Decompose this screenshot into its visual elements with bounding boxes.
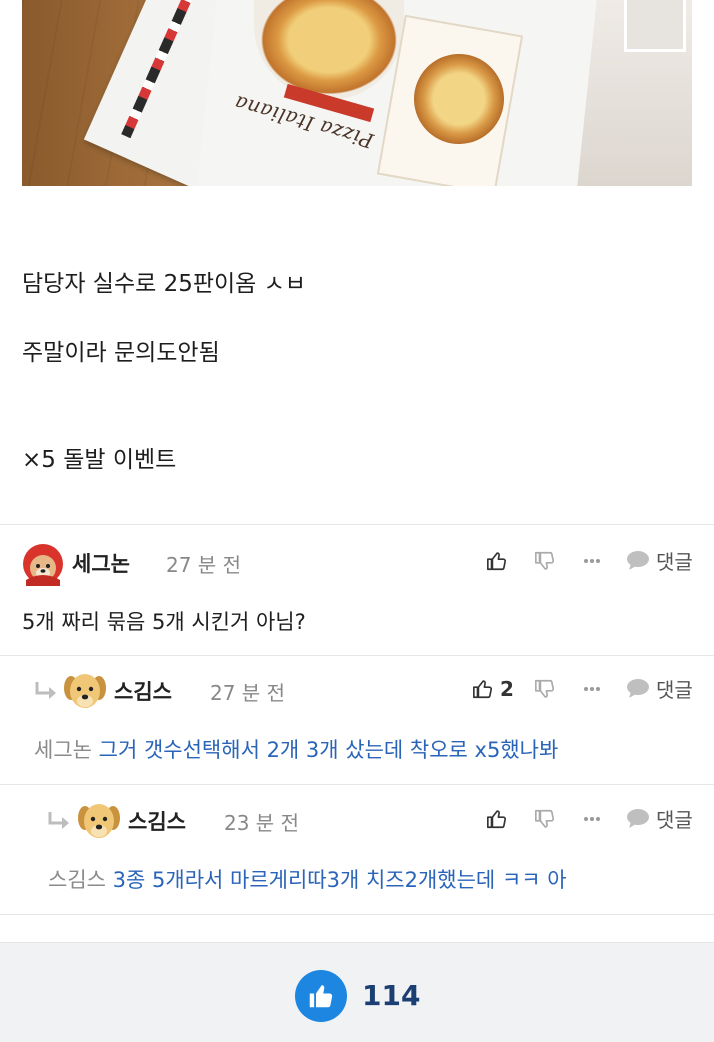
thumbs-up-icon [487, 552, 506, 571]
reply-label: 댓글 [656, 807, 693, 832]
thumbs-down-icon [535, 679, 554, 698]
reply-item: 스김스 23 분 전 댓글 스김스 3종 5개라서 마르게리따3개 치즈2개했는… [0, 798, 714, 914]
comment-more-button[interactable] [582, 674, 602, 704]
mention-tag[interactable]: 세그논 [34, 738, 92, 762]
post-text-line: 담당자 실수로 25판이옴 ㅅㅂ [22, 271, 306, 297]
photo-window-frame [624, 0, 686, 52]
comment-divider [0, 784, 714, 785]
reply-text: 3종 5개라서 마르게리따3개 치즈2개했는데 ㅋㅋ 아 [112, 868, 567, 892]
comment-divider [0, 914, 714, 915]
thumbs-up-icon [309, 985, 333, 1008]
comment-text: 세그논 그거 갯수선택해서 2개 3개 샀는데 착오로 x5했나봐 [34, 734, 558, 764]
thumbs-down-icon [535, 551, 554, 570]
more-icon [584, 687, 600, 691]
reply-arrow-icon [35, 682, 56, 699]
thumbs-up-icon [473, 680, 492, 699]
comment-bubble-icon [627, 809, 649, 828]
puppy-avatar[interactable] [62, 668, 108, 714]
comment-dislike-button[interactable] [534, 804, 556, 834]
reply-text: 그거 갯수선택해서 2개 3개 샀는데 착오로 x5했나봐 [98, 738, 559, 762]
comment-text: 스김스 3종 5개라서 마르게리따3개 치즈2개했는데 ㅋㅋ 아 [48, 864, 567, 894]
comment-like-button[interactable] [486, 546, 508, 576]
red-hood-dog-avatar[interactable] [20, 540, 66, 586]
more-icon [584, 559, 600, 563]
comment-like-button[interactable] [486, 804, 508, 834]
comment-bubble-icon [627, 551, 649, 570]
comment-author[interactable]: 스김스 [128, 806, 186, 836]
post-like-button[interactable] [295, 970, 347, 1022]
comment-reply-button[interactable]: 댓글 [626, 545, 693, 575]
comments-divider [0, 524, 714, 525]
comment-author[interactable]: 스김스 [114, 676, 172, 706]
reply-item: 스김스 27 분 전 2 댓글 세그논 그거 갯수선택해서 2개 3개 샀는데 … [0, 668, 714, 784]
comment-more-button[interactable] [582, 804, 602, 834]
reply-label: 댓글 [656, 677, 693, 702]
comment-item: 세그논 27 분 전 댓글 5개 짜리 묶음 5개 시킨거 아님? [0, 540, 714, 655]
comment-reply-button[interactable]: 댓글 [626, 803, 693, 833]
comment-dislike-button[interactable] [534, 546, 556, 576]
post-photo[interactable]: Pizza Italiana [22, 0, 692, 186]
thumbs-down-icon [535, 809, 554, 828]
comment-author[interactable]: 세그논 [72, 548, 130, 578]
comment-dislike-button[interactable] [534, 674, 556, 704]
comment-divider [0, 655, 714, 656]
puppy-avatar[interactable] [76, 798, 122, 844]
comment-time: 27 분 전 [210, 681, 285, 705]
comment-bubble-icon [627, 679, 649, 698]
like-count: 2 [500, 677, 514, 701]
post-like-bar: 114 [0, 942, 714, 1042]
comment-text: 5개 짜리 묶음 5개 시킨거 아님? [22, 610, 306, 634]
post-like-count: 114 [362, 979, 421, 1012]
comment-more-button[interactable] [582, 546, 602, 576]
reply-label: 댓글 [656, 549, 693, 574]
thumbs-up-icon [487, 810, 506, 829]
comment-reply-button[interactable]: 댓글 [626, 673, 693, 703]
mention-tag[interactable]: 스김스 [48, 868, 106, 892]
comment-time: 27 분 전 [166, 553, 241, 577]
comment-time: 23 분 전 [224, 811, 299, 835]
post-text-line: ×5 돌발 이벤트 [22, 447, 177, 473]
comment-like-button[interactable]: 2 [472, 674, 514, 704]
more-icon [584, 817, 600, 821]
post-text-line: 주말이라 문의도안됨 [22, 340, 220, 366]
reply-arrow-icon [48, 812, 69, 829]
